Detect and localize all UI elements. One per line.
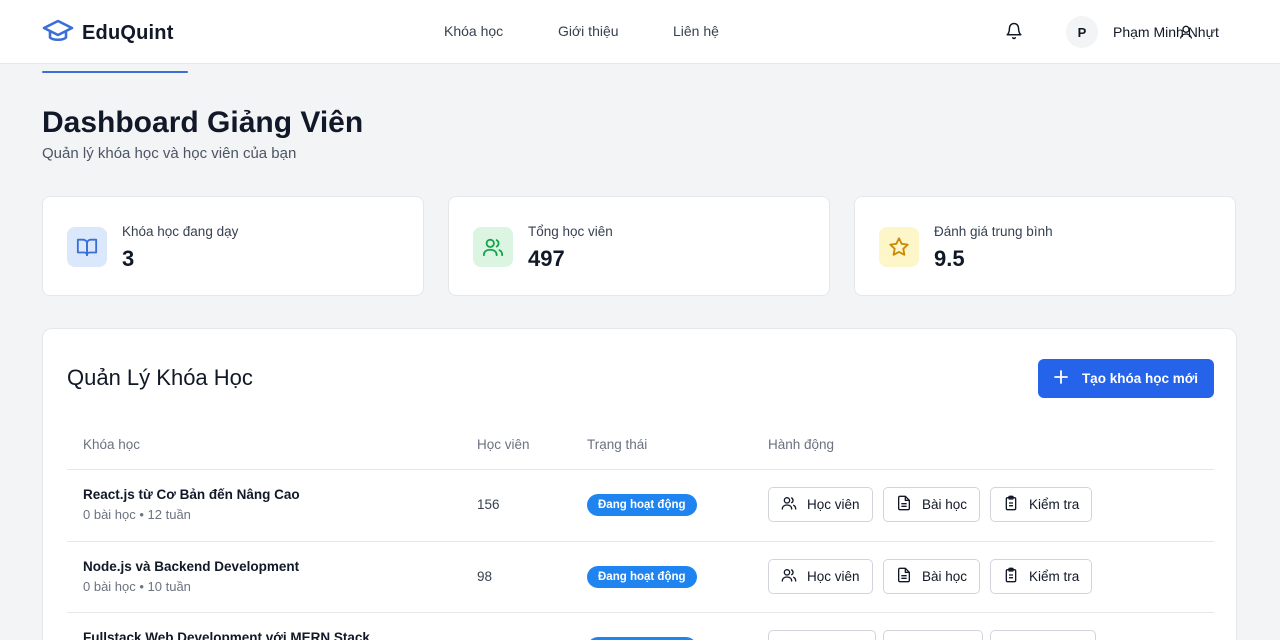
stat-label: Khóa học đang dạy bbox=[122, 224, 239, 239]
lessons-button[interactable] bbox=[883, 630, 983, 640]
course-management-panel: Quản Lý Khóa Học Tạo khóa học mới Khóa h… bbox=[42, 328, 1237, 640]
divider bbox=[67, 612, 1214, 613]
lessons-button[interactable]: Bài học bbox=[883, 559, 981, 594]
nav-courses[interactable]: Khóa học bbox=[444, 23, 503, 39]
users-icon bbox=[781, 495, 797, 514]
user-name[interactable]: Phạm Minh Nhựt bbox=[1113, 24, 1219, 40]
stat-value: 3 bbox=[122, 246, 135, 271]
divider bbox=[67, 469, 1214, 470]
stat-value: 9.5 bbox=[934, 246, 965, 271]
course-meta: 0 bài học • 10 tuần bbox=[83, 579, 191, 594]
quiz-button[interactable]: Kiểm tra bbox=[990, 487, 1093, 522]
clipboard-icon bbox=[1003, 495, 1019, 514]
column-header-students: Học viên bbox=[477, 437, 530, 452]
clipboard-icon bbox=[1003, 567, 1019, 586]
column-header-course: Khóa học bbox=[83, 437, 141, 452]
column-header-status: Trạng thái bbox=[587, 437, 648, 452]
plus-icon bbox=[1054, 370, 1068, 387]
stat-label: Đánh giá trung bình bbox=[934, 224, 1053, 239]
book-icon bbox=[67, 227, 107, 267]
students-button-label: Học viên bbox=[807, 569, 860, 584]
students-button[interactable]: Học viên bbox=[768, 487, 873, 522]
active-tab-indicator bbox=[42, 71, 188, 73]
divider bbox=[67, 541, 1214, 542]
stat-label: Tổng học viên bbox=[528, 224, 613, 239]
quiz-button-label: Kiểm tra bbox=[1029, 497, 1080, 512]
create-course-label: Tạo khóa học mới bbox=[1081, 371, 1199, 386]
panel-title: Quản Lý Khóa Học bbox=[67, 365, 253, 390]
lessons-button[interactable]: Bài học bbox=[883, 487, 981, 522]
status-badge: Đang hoạt động bbox=[587, 494, 697, 516]
nav-contact[interactable]: Liên hệ bbox=[673, 23, 719, 39]
top-navbar: EduQuint Khóa học Giới thiệu Liên hệ P P… bbox=[0, 0, 1280, 64]
stat-card-students: Tổng học viên 497 bbox=[448, 196, 830, 296]
course-name: Fullstack Web Development với MERN Stack bbox=[83, 630, 370, 640]
course-students: 156 bbox=[477, 497, 500, 512]
avatar[interactable]: P bbox=[1066, 16, 1098, 48]
quiz-button-label: Kiểm tra bbox=[1029, 569, 1080, 584]
stat-card-courses: Khóa học đang dạy 3 bbox=[42, 196, 424, 296]
bell-icon[interactable] bbox=[1005, 22, 1023, 45]
course-name: React.js từ Cơ Bản đến Nâng Cao bbox=[83, 487, 300, 502]
brand-logo[interactable]: EduQuint bbox=[42, 18, 174, 49]
status-badge: Đang hoạt động bbox=[587, 566, 697, 588]
students-button-label: Học viên bbox=[807, 497, 860, 512]
page-title: Dashboard Giảng Viên bbox=[42, 106, 364, 139]
quiz-button[interactable]: Kiểm tra bbox=[990, 559, 1093, 594]
create-course-button[interactable]: Tạo khóa học mới bbox=[1038, 359, 1214, 398]
stat-value: 497 bbox=[528, 246, 565, 271]
user-icon[interactable] bbox=[1178, 24, 1194, 45]
lessons-button-label: Bài học bbox=[922, 497, 968, 512]
column-header-actions: Hành động bbox=[768, 437, 835, 452]
course-students: 98 bbox=[477, 569, 493, 584]
course-meta: 0 bài học • 12 tuần bbox=[83, 507, 191, 522]
document-icon bbox=[896, 495, 912, 514]
page-subtitle: Quản lý khóa học và học viên của bạn bbox=[42, 145, 297, 162]
students-button[interactable] bbox=[768, 630, 876, 640]
document-icon bbox=[896, 567, 912, 586]
stat-card-rating: Đánh giá trung bình 9.5 bbox=[854, 196, 1236, 296]
brand-name: EduQuint bbox=[82, 22, 174, 44]
graduation-cap-icon bbox=[42, 18, 74, 49]
course-name: Node.js và Backend Development bbox=[83, 559, 300, 574]
users-icon bbox=[781, 567, 797, 586]
users-icon bbox=[473, 227, 513, 267]
star-icon bbox=[879, 227, 919, 267]
students-button[interactable]: Học viên bbox=[768, 559, 873, 594]
nav-about[interactable]: Giới thiệu bbox=[558, 23, 619, 39]
lessons-button-label: Bài học bbox=[922, 569, 968, 584]
quiz-button[interactable] bbox=[990, 630, 1096, 640]
